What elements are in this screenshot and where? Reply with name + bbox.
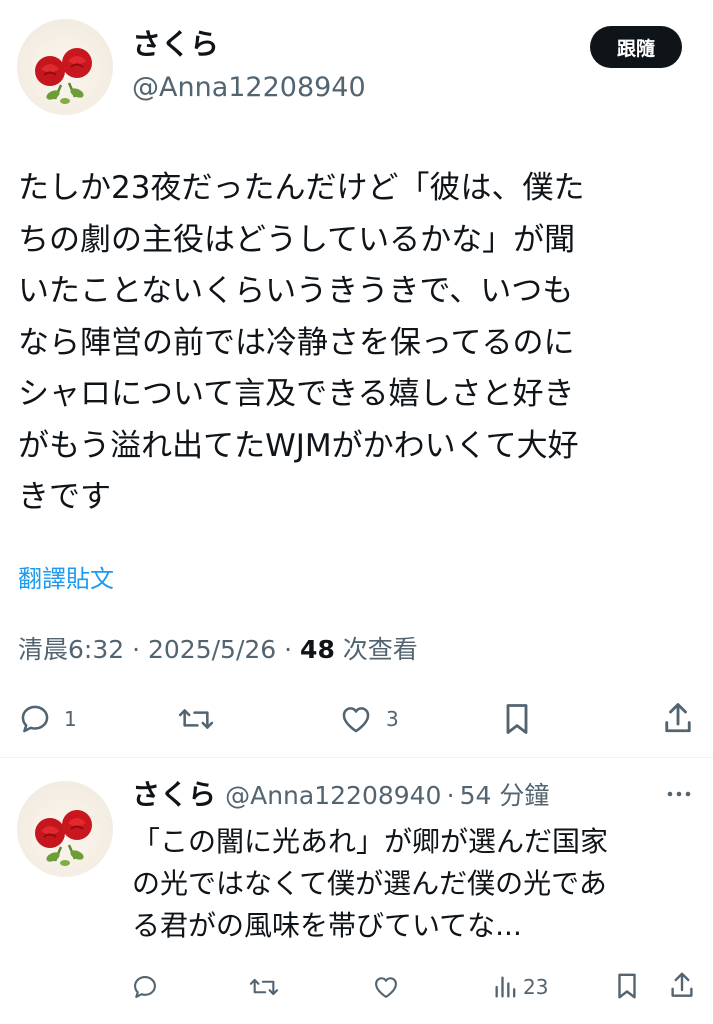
reply-icon: [134, 976, 156, 998]
retweet-button[interactable]: [177, 701, 215, 737]
tweet-text-line: がもう溢れ出てたWJMがかわいくて大好: [18, 427, 579, 464]
retweet-icon: [249, 978, 279, 996]
like-button[interactable]: 3: [338, 701, 399, 737]
tweet-text-line: きです: [18, 479, 111, 515]
bookmark-button[interactable]: [501, 701, 533, 737]
bookmark-icon: [618, 973, 636, 999]
tweet-text-line: たしか23夜だったんだけど「彼は、僕た: [18, 170, 585, 206]
reply-text-line: の光ではなくて僕が選んだ僕の光であ: [132, 867, 607, 900]
reply-analytics-button[interactable]: 23: [493, 972, 548, 1002]
views-count: 48: [300, 635, 335, 664]
like-count: 3: [386, 707, 399, 731]
red-roses-icon: [35, 48, 92, 104]
reply-reply-button[interactable]: [131, 972, 159, 1002]
reply-like-button[interactable]: [371, 972, 401, 1002]
share-icon: [671, 972, 693, 997]
reply-header: さくら @Anna12208940 · 54 分鐘: [132, 776, 549, 818]
reply-count: 1: [64, 707, 77, 731]
bookmark-icon: [506, 704, 528, 734]
reply-text-line: る君がの風味を帯びていてな...: [132, 909, 522, 942]
reply-author-handle[interactable]: @Anna12208940: [225, 781, 441, 810]
reply-text: 「この闇に光あれ」が卿が選んだ国家 の光ではなくて僕が選んだ僕の光であ る君がの…: [132, 821, 702, 947]
meta-separator: ·: [132, 635, 148, 664]
reply-bookmark-button[interactable]: [614, 971, 640, 1001]
share-button[interactable]: [662, 700, 694, 736]
red-roses-icon: [35, 810, 92, 866]
divider: [0, 757, 713, 758]
reply-share-button[interactable]: [669, 970, 695, 1000]
tweet-date[interactable]: 2025/5/26: [148, 635, 276, 664]
reply-button[interactable]: 1: [18, 701, 77, 737]
reply-time[interactable]: 54 分鐘: [460, 781, 550, 810]
share-icon: [665, 703, 691, 733]
tweet-text-line: シャロについて言及できる嬉しさと好き: [18, 376, 575, 412]
reply-author-name[interactable]: さくら: [132, 778, 216, 811]
reply-views-count: 23: [523, 975, 549, 999]
analytics-icon: [495, 976, 516, 998]
meta-separator: ·: [446, 781, 455, 810]
tweet-text-line: ちの劇の主役はどうしているかな」が聞: [18, 221, 576, 258]
more-icon: [667, 791, 691, 797]
heart-icon: [342, 707, 370, 733]
tweet-text-line: いたことないくらいうきうきで、いつも: [18, 273, 574, 309]
more-button[interactable]: [664, 784, 694, 804]
heart-icon: [375, 977, 397, 998]
tweet-meta: 清晨6:32 · 2025/5/26 · 48 次查看: [18, 632, 418, 668]
author-name[interactable]: さくら: [132, 24, 219, 64]
reply-author-avatar[interactable]: [17, 781, 113, 877]
meta-separator: ·: [284, 635, 301, 664]
translate-link[interactable]: 翻譯貼文: [18, 562, 114, 596]
follow-button[interactable]: 跟隨: [590, 26, 682, 68]
retweet-icon: [178, 709, 214, 729]
tweet-time[interactable]: 清晨6:32: [18, 635, 124, 664]
tweet-text-line: なら陣営の前では冷静さを保ってるのに: [18, 324, 575, 361]
reply-icon: [21, 705, 49, 733]
author-avatar[interactable]: [17, 19, 113, 115]
author-handle[interactable]: @Anna12208940: [132, 70, 366, 106]
views-label: 次查看: [342, 635, 418, 664]
reply-retweet-button[interactable]: [248, 972, 280, 1002]
reply-text-line: 「この闇に光あれ」が卿が選んだ国家: [132, 825, 609, 858]
tweet-text: たしか23夜だったんだけど「彼は、僕た ちの劇の主役はどうしているかな」が聞 い…: [18, 163, 698, 524]
